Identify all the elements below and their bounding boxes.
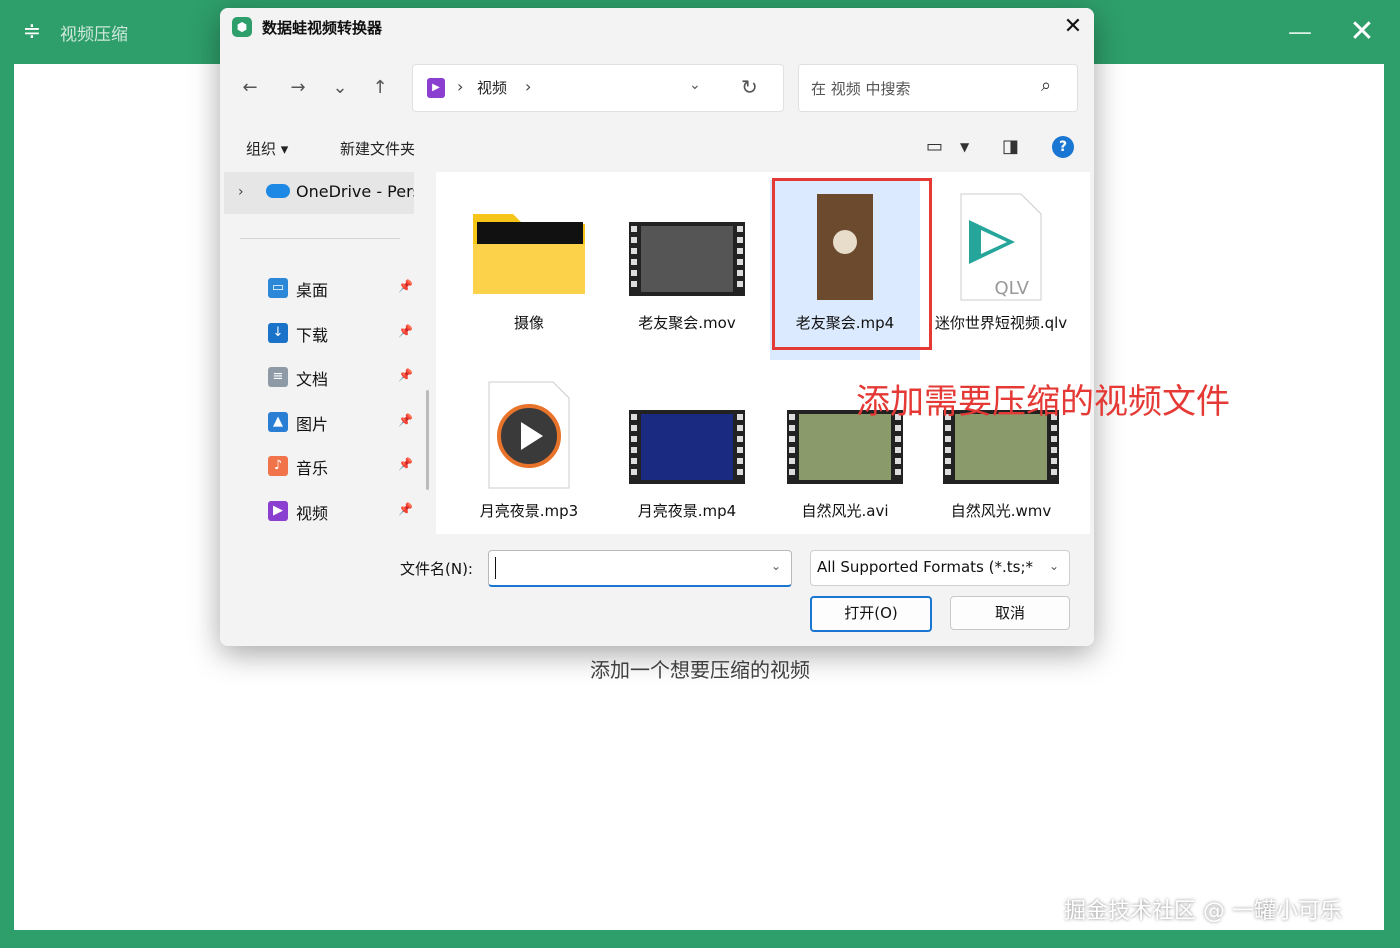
chevron-down-icon[interactable]: ⌄ — [689, 77, 701, 93]
sidebar-item-download[interactable]: ↓ 下载 📌 — [264, 319, 414, 349]
sidebar-item-label: 音乐 — [296, 459, 329, 479]
file-name: 月亮夜景.mp4 — [637, 502, 737, 520]
pin-icon[interactable]: 📌 — [398, 324, 413, 338]
search-icon[interactable]: ⌕ — [1041, 75, 1051, 96]
watermark: 掘金技术社区 @ 一罐小可乐 — [1064, 899, 1342, 924]
video-thumbnail-icon — [629, 410, 745, 484]
filename-input[interactable]: ⌄ — [488, 550, 792, 587]
back-button[interactable]: ← — [236, 74, 264, 102]
search-box[interactable]: 在 视频 中搜索 ⌕ — [798, 64, 1078, 112]
sidebar-item-label: OneDrive - Personal — [296, 182, 414, 201]
desktop-icon: ▭ — [268, 278, 288, 298]
file-type-select[interactable]: All Supported Formats (*.ts;* ⌄ — [810, 550, 1070, 586]
pictures-icon: ▲ — [268, 411, 288, 432]
sidebar-item-label: 下载 — [296, 325, 329, 345]
selection-highlight — [772, 178, 932, 350]
qlv-badge: QLV — [994, 278, 1029, 299]
sidebar-item-pictures[interactable]: ▲ 图片 📌 — [264, 408, 414, 438]
sidebar-item-label: 视频 — [296, 504, 329, 523]
dialog-title: 数据蛙视频转换器 — [262, 19, 383, 37]
sidebar-scrollbar[interactable] — [426, 390, 429, 490]
search-input[interactable]: 在 视频 中搜索 — [811, 78, 911, 99]
file-list: 摄像 老友聚会.mov 老友聚会.mp4 QLV 迷你世界短视频.qlv 月亮夜景.mp3… — [436, 172, 1090, 534]
file-item[interactable]: QLV 迷你世界短视频.qlv — [926, 180, 1076, 360]
app-logo-icon: ⬢ — [232, 17, 252, 37]
video-thumbnail-icon — [629, 222, 745, 296]
media-file-icon — [488, 381, 570, 489]
chevron-down-icon[interactable]: ⌄ — [771, 559, 781, 573]
sidebar-item-desktop[interactable]: ▭ 桌面 📌 — [264, 274, 414, 304]
address-bar[interactable]: ▶ › 视频 › ⌄ ↻ — [412, 64, 784, 112]
dialog-close-button[interactable]: ✕ — [1058, 12, 1088, 42]
sidebar-item-label: 图片 — [296, 414, 329, 434]
music-icon: ♪ — [268, 456, 288, 477]
refresh-icon[interactable]: ↻ — [741, 75, 758, 99]
file-type-value: All Supported Formats (*.ts;* — [817, 558, 1033, 576]
annotation-text: 添加需要压缩的视频文件 — [856, 382, 1230, 422]
file-item[interactable]: 月亮夜景.mp3 — [454, 368, 604, 548]
open-file-dialog: ⬢ 数据蛙视频转换器 ✕ ← → ⌄ ↑ ▶ › 视频 › ⌄ ↻ 在 视频 中… — [220, 8, 1094, 646]
add-video-hint[interactable]: 添加一个想要压缩的视频 — [0, 654, 1400, 683]
pin-icon[interactable]: 📌 — [398, 502, 413, 516]
cancel-button[interactable]: 取消 — [950, 596, 1070, 630]
file-name: 月亮夜景.mp3 — [479, 502, 579, 520]
sidebar-item-onedrive[interactable]: › OneDrive - Personal — [224, 172, 414, 214]
dialog-footer: 文件名(N): ⌄ All Supported Formats (*.ts;* … — [220, 534, 1094, 646]
sidebar-item-videos[interactable]: ▶ 视频 📌 — [264, 497, 414, 527]
breadcrumb-separator: › — [457, 77, 464, 96]
new-folder-button[interactable]: 新建文件夹 — [340, 138, 415, 159]
cloud-icon — [266, 184, 290, 198]
breadcrumb-separator[interactable]: › — [525, 77, 531, 96]
text-caret — [495, 557, 496, 579]
menu-icon[interactable]: ≑ — [18, 18, 46, 46]
file-item[interactable]: 月亮夜景.mp4 — [612, 368, 762, 548]
file-name: 老友聚会.mov — [638, 314, 736, 332]
pin-icon[interactable]: 📌 — [398, 368, 413, 382]
file-item[interactable]: 老友聚会.mov — [612, 180, 762, 360]
sidebar-item-document[interactable]: ≡ 文档 📌 — [264, 363, 414, 393]
file-name: 迷你世界短视频.qlv — [934, 314, 1068, 332]
file-name: 自然风光.avi — [801, 502, 889, 520]
download-icon: ↓ — [268, 322, 288, 343]
chevron-down-icon[interactable]: ▼ — [960, 140, 969, 154]
qlv-file-icon: QLV — [960, 193, 1042, 301]
navigation-pane: › OneDrive - Personal ▭ 桌面 📌 ↓ 下载 📌 ≡ 文档 📌 ▲ 图片 📌 ♪ 音… — [224, 172, 429, 534]
file-name: 摄像 — [513, 314, 544, 332]
minimize-button[interactable]: — — [1284, 16, 1316, 48]
divider — [240, 238, 400, 239]
help-icon[interactable]: ? — [1052, 136, 1074, 158]
close-button[interactable]: ✕ — [1344, 14, 1380, 50]
sidebar-item-music[interactable]: ♪ 音乐 📌 — [264, 452, 414, 482]
organize-menu[interactable]: 组织 ▾ — [246, 138, 288, 159]
chevron-right-icon[interactable]: › — [238, 184, 244, 200]
dialog-titlebar: ⬢ 数据蛙视频转换器 ✕ — [220, 8, 1094, 46]
pin-icon[interactable]: 📌 — [398, 279, 413, 293]
view-icon[interactable]: ▭ — [926, 136, 943, 157]
file-item[interactable]: 摄像 — [454, 180, 604, 360]
pin-icon[interactable]: 📌 — [398, 413, 413, 427]
breadcrumb-videos[interactable]: 视频 — [477, 77, 507, 98]
sidebar-item-label: 文档 — [296, 370, 329, 390]
recent-locations-button[interactable]: ⌄ — [326, 74, 354, 102]
videos-icon: ▶ — [268, 501, 288, 521]
preview-pane-icon[interactable]: ◨ — [1002, 136, 1019, 157]
document-icon: ≡ — [268, 367, 288, 388]
chevron-down-icon[interactable]: ⌄ — [1049, 559, 1059, 573]
app-title: 视频压缩 — [60, 25, 128, 45]
open-button[interactable]: 打开(O) — [810, 596, 932, 632]
videos-folder-icon: ▶ — [427, 78, 445, 98]
folder-icon — [473, 214, 585, 294]
sidebar-item-label: 桌面 — [296, 281, 329, 300]
up-button[interactable]: ↑ — [366, 74, 394, 102]
filename-label: 文件名(N): — [400, 560, 473, 578]
forward-button[interactable]: → — [284, 74, 312, 102]
pin-icon[interactable]: 📌 — [398, 457, 413, 471]
file-name: 自然风光.wmv — [950, 502, 1052, 520]
